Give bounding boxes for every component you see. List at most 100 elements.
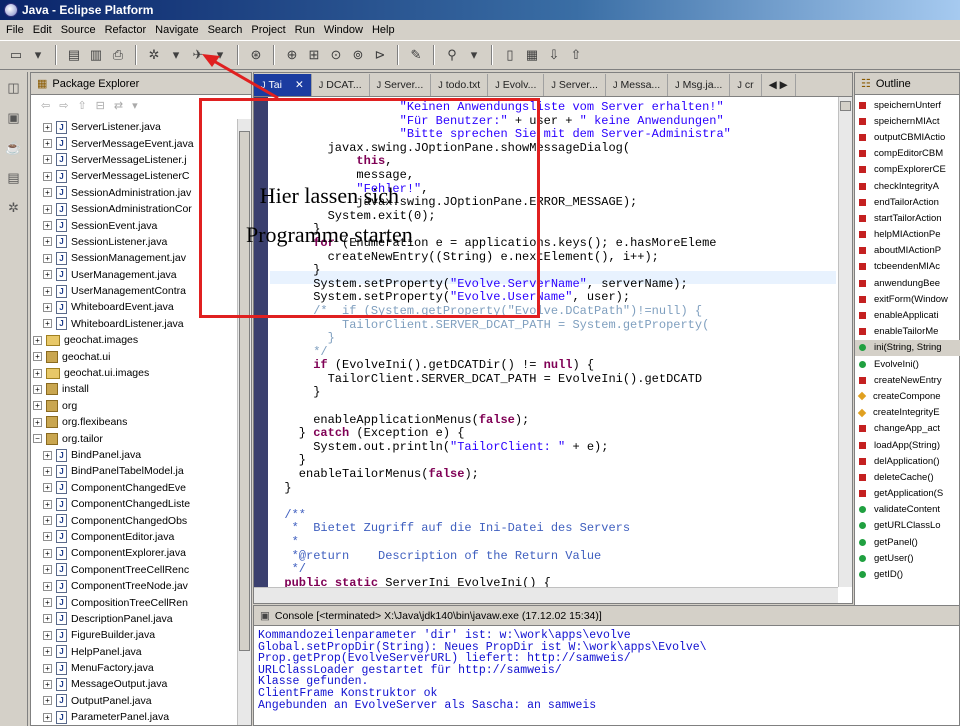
dropdown-arrow-icon[interactable]: ▾	[210, 45, 230, 65]
close-icon[interactable]: ✕	[295, 79, 304, 91]
expand-toggle-icon[interactable]: +	[43, 647, 52, 657]
menu-file[interactable]: File	[6, 20, 24, 40]
expand-toggle-icon[interactable]: +	[43, 532, 52, 542]
outline-item[interactable]: exitForm(Window	[855, 291, 960, 307]
open-perspective-icon[interactable]: ◫	[4, 78, 24, 98]
tree-row[interactable]: + J ParameterPanel.java	[31, 709, 239, 725]
expand-toggle-icon[interactable]: +	[43, 221, 52, 231]
outline-item[interactable]: changeApp_act	[855, 421, 960, 437]
expand-toggle-icon[interactable]: +	[43, 712, 52, 722]
tree-row[interactable]: + J DescriptionPanel.java	[31, 611, 239, 627]
tree-row[interactable]: − org.tailor	[31, 430, 239, 446]
tree-row[interactable]: + J BindPanel.java	[31, 447, 239, 463]
outline-item[interactable]: getID()	[855, 566, 960, 582]
team-perspective-icon[interactable]: ▤	[4, 168, 24, 188]
editor-tab[interactable]: J Evolv...	[488, 74, 545, 96]
collapse-all-icon[interactable]: ⊟	[96, 99, 105, 112]
search-icon[interactable]: ⚲	[442, 45, 462, 65]
editor-tab[interactable]: J Tai ✕	[254, 74, 312, 96]
outline-item[interactable]: getPanel()	[855, 534, 960, 550]
new-project-icon[interactable]: ⊕	[282, 45, 302, 65]
outline-item[interactable]: helpMIActionPe	[855, 227, 960, 243]
menu-help[interactable]: Help	[372, 20, 395, 40]
editor-tab[interactable]: J Server...	[370, 74, 432, 96]
outline-item[interactable]: enableTailorMe	[855, 324, 960, 340]
tree-row[interactable]: + J ComponentChangedEve	[31, 480, 239, 496]
outline-item[interactable]: compEditorCBM	[855, 146, 960, 162]
new-class-icon[interactable]: ⊙	[326, 45, 346, 65]
editor-tab[interactable]: J Messa...	[606, 74, 669, 96]
outline-item[interactable]: EvolveIni()	[855, 356, 960, 372]
tree-row[interactable]: + J OutputPanel.java	[31, 693, 239, 709]
tree-row[interactable]: + J ComponentTreeNode.jav	[31, 578, 239, 594]
tree-row[interactable]: + geochat.ui.images	[31, 365, 239, 381]
expand-toggle-icon[interactable]: +	[43, 516, 52, 526]
link-editor-icon[interactable]: ⇄	[114, 99, 123, 112]
expand-toggle-icon[interactable]: +	[43, 565, 52, 575]
run-icon[interactable]: ✈	[188, 45, 208, 65]
outline-item[interactable]: ini(String, String	[855, 339, 960, 356]
tree-row[interactable]: + J ComponentTreeCellRenc	[31, 562, 239, 578]
tree-row[interactable]: + org	[31, 398, 239, 414]
tree-row[interactable]: + J CompositionTreeCellRen	[31, 594, 239, 610]
menu-project[interactable]: Project	[251, 20, 285, 40]
editor-tab[interactable]: J Server...	[544, 74, 606, 96]
tree-row[interactable]: + org.flexibeans	[31, 414, 239, 430]
menu-refactor[interactable]: Refactor	[105, 20, 147, 40]
outline-item[interactable]: enableApplicati	[855, 307, 960, 323]
tree-row[interactable]: + install	[31, 381, 239, 397]
debug-perspective-icon[interactable]: ✲	[4, 198, 24, 218]
expand-toggle-icon[interactable]: +	[43, 581, 52, 591]
outline-item[interactable]: getURLClassLo	[855, 518, 960, 534]
expand-toggle-icon[interactable]: +	[33, 335, 42, 345]
expand-toggle-icon[interactable]: +	[43, 139, 52, 149]
outline-item[interactable]: startTailorAction	[855, 210, 960, 226]
expand-toggle-icon[interactable]: +	[33, 417, 42, 427]
expand-toggle-icon[interactable]: +	[43, 679, 52, 689]
editor-tab[interactable]: J DCAT...	[312, 74, 370, 96]
expand-toggle-icon[interactable]: +	[43, 696, 52, 706]
tree-row[interactable]: + J MessageOutput.java	[31, 676, 239, 692]
outline-item[interactable]: getApplication(S	[855, 486, 960, 502]
editor-tab[interactable]: Jtodo.txt	[431, 74, 489, 96]
expand-toggle-icon[interactable]: +	[43, 155, 52, 165]
new-package-icon[interactable]: ⊞	[304, 45, 324, 65]
next-annotation-icon[interactable]: ⇩	[544, 45, 564, 65]
editor-tab[interactable]: J Msg.ja...	[668, 74, 731, 96]
outline-item[interactable]: anwendungBee	[855, 275, 960, 291]
dropdown-arrow-icon[interactable]: ▾	[166, 45, 186, 65]
tree-row[interactable]: + geochat.ui	[31, 348, 239, 364]
tree-row[interactable]: + J ComponentChangedListe	[31, 496, 239, 512]
expand-toggle-icon[interactable]: +	[43, 270, 52, 280]
outline-item[interactable]: tcbeendenMIAc	[855, 259, 960, 275]
tree-row[interactable]: + J BindPanelTabelModel.ja	[31, 463, 239, 479]
outline-item[interactable]: checkIntegrityA	[855, 178, 960, 194]
tree-row[interactable]: + J HelpPanel.java	[31, 644, 239, 660]
expand-toggle-icon[interactable]: +	[43, 319, 52, 329]
tree-row[interactable]: + J FigureBuilder.java	[31, 627, 239, 643]
expand-toggle-icon[interactable]: +	[43, 614, 52, 624]
new-interface-icon[interactable]: ⊚	[348, 45, 368, 65]
tree-row[interactable]: + J ComponentExplorer.java	[31, 545, 239, 561]
dropdown-arrow-icon[interactable]: ▾	[28, 45, 48, 65]
expand-toggle-icon[interactable]: +	[43, 122, 52, 132]
expand-toggle-icon[interactable]: −	[33, 434, 42, 444]
outline-item[interactable]: createCompone	[855, 388, 960, 404]
menu-run[interactable]: Run	[295, 20, 315, 40]
expand-toggle-icon[interactable]: +	[43, 188, 52, 198]
expand-toggle-icon[interactable]: +	[43, 598, 52, 608]
save-all-icon[interactable]: ▥	[86, 45, 106, 65]
dropdown-arrow-icon[interactable]: ▾	[464, 45, 484, 65]
expand-toggle-icon[interactable]: +	[43, 302, 52, 312]
editor-horizontal-scrollbar[interactable]	[254, 587, 838, 603]
scroll-thumb[interactable]	[840, 101, 851, 111]
java-perspective-icon[interactable]: ☕	[4, 138, 24, 158]
expand-toggle-icon[interactable]: +	[43, 204, 52, 214]
expand-toggle-icon[interactable]: +	[43, 483, 52, 493]
expand-toggle-icon[interactable]: +	[43, 499, 52, 509]
menu-window[interactable]: Window	[324, 20, 363, 40]
outline-item[interactable]: validateContent	[855, 502, 960, 518]
expand-toggle-icon[interactable]: +	[33, 384, 42, 394]
new-icon[interactable]: ▭	[6, 45, 26, 65]
outline-item[interactable]: compExplorerCE	[855, 162, 960, 178]
